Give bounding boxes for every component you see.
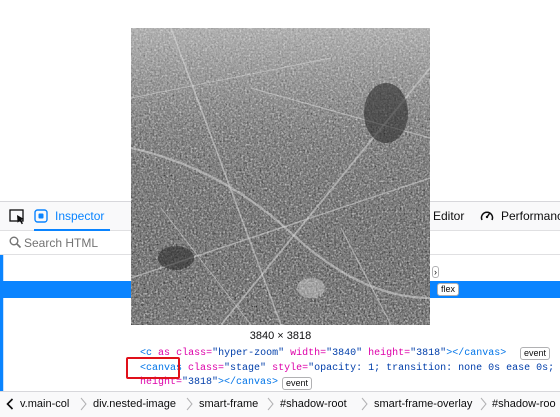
- tab-inspector-label: Inspector: [55, 209, 105, 223]
- flex-badge[interactable]: flex: [437, 283, 460, 296]
- markup-left-rule-light: [3, 255, 4, 391]
- tab-performance[interactable]: Performance: [480, 202, 560, 230]
- element-picker-icon[interactable]: [9, 209, 26, 225]
- tag-close: ></canvas>: [218, 377, 279, 388]
- tab-style-editor-label: Editor: [433, 209, 465, 223]
- event-badge[interactable]: event: [520, 347, 551, 360]
- attr-class: class=: [176, 348, 213, 359]
- search-icon: [9, 236, 22, 249]
- performance-icon: [480, 211, 494, 221]
- attr-width: width=: [290, 348, 327, 359]
- attr-class: class=: [188, 363, 225, 374]
- breadcrumb-separator-icon: [361, 397, 368, 411]
- attr-height-value: "3818": [410, 348, 447, 359]
- attr-style: style=: [272, 363, 309, 374]
- breadcrumb-separator-icon: [80, 397, 87, 411]
- breadcrumb-item[interactable]: div.nested-image: [93, 398, 176, 410]
- breadcrumb-item[interactable]: #shadow-roo: [492, 398, 556, 410]
- tag-close: ></canvas>: [446, 348, 507, 359]
- event-badge[interactable]: event: [282, 377, 313, 390]
- breadcrumb-separator-icon: [267, 397, 274, 411]
- attr-class-value: "stage": [224, 363, 267, 374]
- tab-performance-label: Performance: [501, 209, 560, 223]
- markup-line-stage[interactable]: <canvas class="stage" style="opacity: 1;…: [140, 362, 554, 375]
- canvas-dimensions-label: 3840 × 3818: [249, 330, 312, 342]
- attr-height-value: "3818": [182, 377, 219, 388]
- breadcrumb-item[interactable]: v.main-col: [20, 398, 69, 410]
- markup-line-hyper-zoom[interactable]: <c as class="hyper-zoom" width="3840" he…: [140, 347, 506, 360]
- canvas-preview-image: [131, 28, 430, 325]
- tab-inspector[interactable]: Inspector: [34, 202, 111, 231]
- tab-style-editor[interactable]: Editor: [433, 202, 464, 230]
- overflow-badge[interactable]: ›: [432, 266, 439, 278]
- aerial-city-photo: [131, 28, 430, 325]
- breadcrumb: v.main-col div.nested-image smart-frame …: [0, 391, 560, 417]
- breadcrumb-item[interactable]: smart-frame-overlay: [374, 398, 472, 410]
- breadcrumb-separator-icon: [480, 397, 487, 411]
- attr-width-value: "3840": [326, 348, 363, 359]
- breadcrumb-item[interactable]: smart-frame: [199, 398, 258, 410]
- breadcrumb-item[interactable]: #shadow-root: [280, 398, 347, 410]
- attr-class-value: "hyper-zoom": [212, 348, 285, 359]
- highlight-annotation: [126, 357, 180, 379]
- inspector-icon: [34, 209, 48, 223]
- chevron-left-icon[interactable]: [6, 398, 14, 410]
- breadcrumb-separator-icon: [186, 397, 193, 411]
- attr-style-value: "opacity: 1; transition: none 0s ease 0s…: [308, 363, 555, 374]
- attr-height: height=: [368, 348, 411, 359]
